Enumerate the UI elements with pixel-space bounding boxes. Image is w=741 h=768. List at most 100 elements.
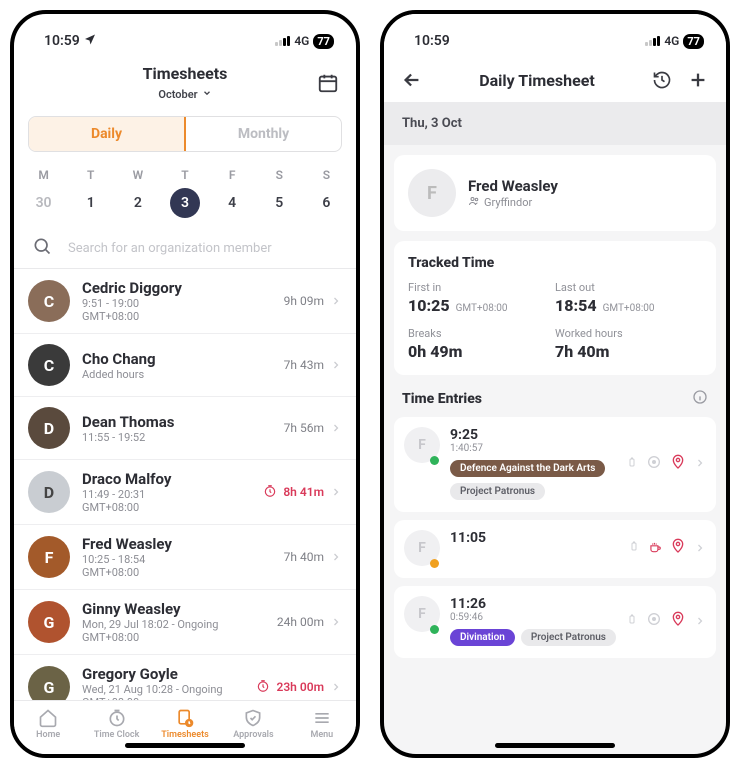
tab-approvals[interactable]: Approvals [219,707,287,740]
day-number: 30 [29,188,59,218]
battery-icon: 77 [313,34,334,49]
day-label: T [161,168,208,182]
signal-icon [275,36,290,46]
avatar: F [408,169,456,217]
member-time-range: 11:55 - 19:52 [82,431,272,444]
avatar: G [28,666,70,700]
day-cell[interactable]: T1 [67,168,114,218]
history-button[interactable] [648,66,676,94]
tracked-time-card: Tracked Time First in 10:25 GMT+08:00 La… [394,241,716,375]
avatar: C [28,280,70,322]
day-number: 1 [76,188,106,218]
day-cell[interactable]: S6 [303,168,350,218]
sheet-icon [175,707,195,729]
chevron-down-icon [202,88,212,101]
day-label: S [256,168,303,182]
status-dot [430,456,439,465]
member-row[interactable]: GGregory GoyleWed, 21 Aug 10:28 - Ongoin… [14,655,356,700]
tab-menu[interactable]: Menu [288,707,356,740]
member-duration: 23h 00m [276,680,324,694]
avatar: F [404,427,440,463]
month-selector[interactable]: October [158,88,211,101]
avatar: C [28,344,70,386]
menu-icon [312,707,332,729]
tab-label: Timesheets [161,730,209,740]
info-icon[interactable] [692,389,708,409]
daily-timesheet-screen: 10:59 4G 77 Daily Timesheet Thu, 3 Oct F… [380,10,730,758]
member-name: Cedric Diggory [82,279,272,297]
clock-icon [256,678,270,697]
tab-label: Time Clock [94,730,140,740]
time-entry[interactable]: F9:251:40:57Defence Against the Dark Art… [394,417,716,512]
breaks-block: Breaks 0h 49m [408,327,555,361]
search-placeholder: Search for an organization member [68,241,272,256]
tab-label: Approvals [233,730,273,740]
day-number: 6 [311,188,341,218]
chevron-right-icon [330,483,342,502]
pin-icon [670,611,686,631]
add-button[interactable] [684,66,712,94]
entry-chip: Project Patronus [450,483,545,500]
member-row[interactable]: DDraco Malfoy11:49 - 20:31GMT+08:008h 41… [14,460,356,525]
user-name: Fred Weasley [468,177,558,195]
time-entry[interactable]: F11:260:59:46DivinationProject Patronus [394,586,716,658]
status-dot [430,559,439,568]
member-time-range: Added hours [82,368,272,381]
day-cell[interactable]: S5 [256,168,303,218]
worked-block: Worked hours 7h 40m [555,327,702,361]
day-cell[interactable]: W2 [114,168,161,218]
chevron-right-icon [330,292,342,311]
month-label: October [158,88,197,101]
tab-daily[interactable]: Daily [29,117,186,151]
chevron-right-icon [330,419,342,438]
member-list[interactable]: CCedric Diggory9:51 - 19:00GMT+08:009h 0… [14,269,356,700]
member-row[interactable]: CCho ChangAdded hours7h 43m [14,334,356,397]
member-name: Dean Thomas [82,413,272,431]
day-number: 5 [264,188,294,218]
time-entry[interactable]: F11:05 [394,520,716,578]
day-label: F [209,168,256,182]
geofence-icon [646,454,662,474]
day-number: 2 [123,188,153,218]
day-label: W [114,168,161,182]
entry-chip: Project Patronus [521,629,616,646]
date-header: Thu, 3 Oct [384,102,726,145]
member-timezone: GMT+08:00 [82,501,251,514]
chevron-right-icon [330,356,342,375]
back-button[interactable] [398,66,426,94]
member-name: Draco Malfoy [82,470,251,488]
member-name: Cho Chang [82,350,272,368]
home-indicator[interactable] [125,743,245,748]
day-number: 4 [217,188,247,218]
member-duration: 9h 09m [284,294,324,308]
user-card[interactable]: F Fred Weasley Gryffindor [394,155,716,231]
day-cell[interactable]: M30 [20,168,67,218]
tab-timesheets[interactable]: Timesheets [151,707,219,740]
home-indicator[interactable] [495,743,615,748]
member-name: Gregory Goyle [82,665,244,683]
chevron-right-icon [330,613,342,632]
entry-start-time: 11:05 [450,530,618,546]
chevron-right-icon [694,539,706,558]
status-time: 10:59 [414,33,450,49]
battery-icon [626,611,638,631]
member-row[interactable]: FFred Weasley10:25 - 18:54GMT+08:007h 40… [14,525,356,590]
tab-home[interactable]: Home [14,707,82,740]
view-segmented-control: Daily Monthly [28,116,342,152]
member-timezone: GMT+08:00 [82,696,244,700]
member-row[interactable]: DDean Thomas11:55 - 19:527h 56m [14,397,356,460]
tab-time-clock[interactable]: Time Clock [82,707,150,740]
avatar: G [28,601,70,643]
tab-monthly[interactable]: Monthly [186,117,341,151]
day-cell[interactable]: T3 [161,168,208,218]
status-time: 10:59 [44,33,80,49]
calendar-button[interactable] [314,69,342,97]
network-label: 4G [664,34,679,48]
search-input[interactable]: Search for an organization member [14,228,356,269]
member-timezone: GMT+08:00 [82,566,272,579]
member-name: Fred Weasley [82,535,272,553]
member-row[interactable]: GGinny WeasleyMon, 29 Jul 18:02 - Ongoin… [14,590,356,655]
battery-icon: 77 [683,34,704,49]
day-cell[interactable]: F4 [209,168,256,218]
member-row[interactable]: CCedric Diggory9:51 - 19:00GMT+08:009h 0… [14,269,356,334]
